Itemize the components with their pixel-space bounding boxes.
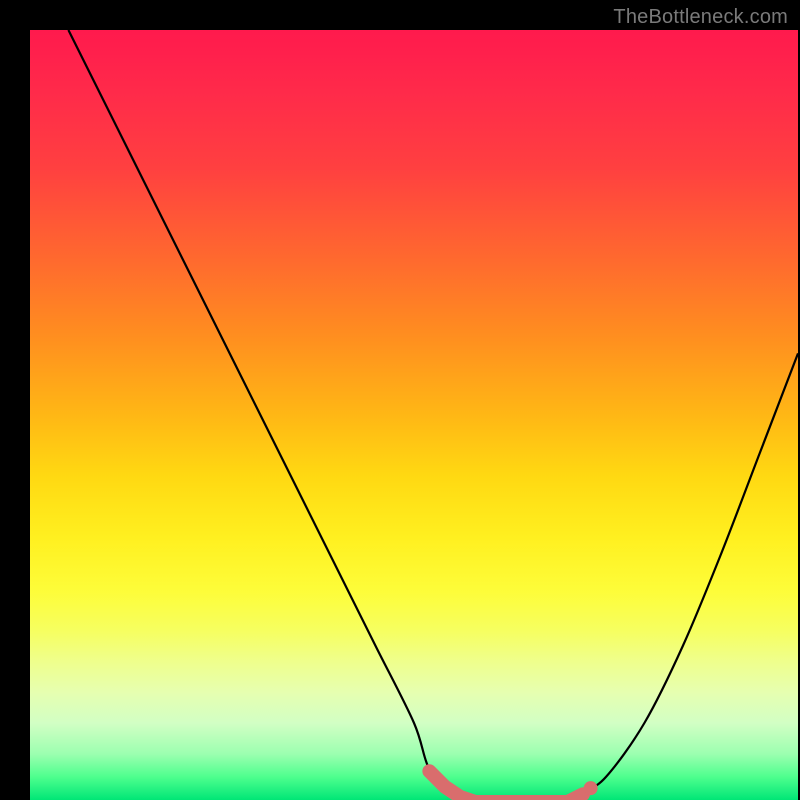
watermark-text: TheBottleneck.com: [613, 6, 788, 29]
optimal-band-marker: [429, 771, 583, 800]
bottleneck-curve-line: [68, 30, 798, 800]
curve-svg: [30, 30, 798, 800]
chart-frame: TheBottleneck.com: [0, 0, 800, 800]
plot-area: [30, 30, 798, 800]
marker-dot: [584, 781, 598, 795]
